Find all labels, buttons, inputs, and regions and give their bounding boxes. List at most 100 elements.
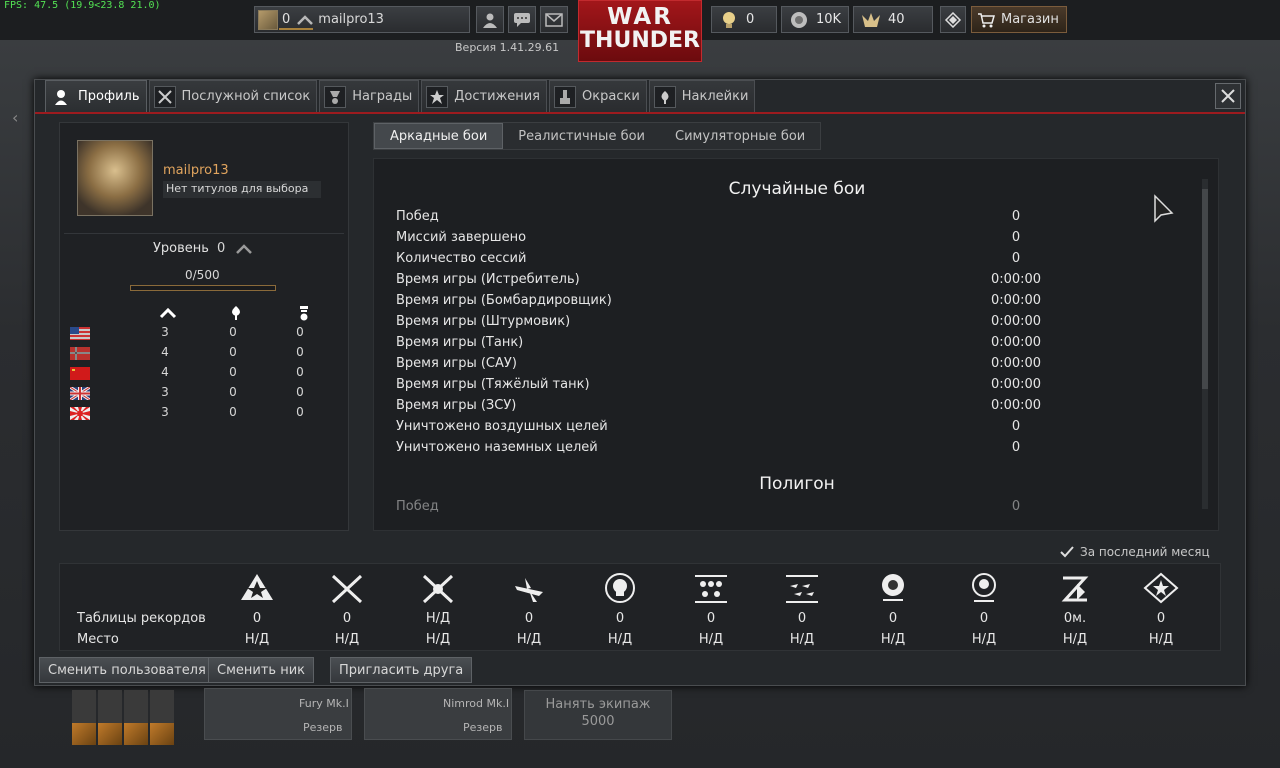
pilot-icon: [50, 86, 72, 108]
tab-paints[interactable]: Окраски: [549, 80, 647, 112]
header-divider: [35, 112, 1245, 114]
leaderboard-column[interactable]: 0 Н/Д: [681, 564, 741, 652]
vehicle-slot[interactable]: Nimrod Mk.I Резерв: [364, 688, 512, 740]
country-value: 0: [229, 385, 237, 399]
divider: [64, 233, 344, 234]
crew-slot[interactable]: [72, 690, 96, 745]
vehicle-slot[interactable]: Fury Mk.I Резерв: [204, 688, 352, 740]
stat-label: Время игры (Истребитель): [396, 272, 580, 287]
silver-value: 10K: [816, 12, 842, 27]
leaderboard-column[interactable]: 0 Н/Д: [499, 564, 559, 652]
leaderboard-column[interactable]: 0м. Н/Д: [1045, 564, 1105, 652]
scrollbar-thumb[interactable]: [1202, 189, 1208, 389]
country-value: 4: [161, 345, 169, 359]
tab-achievements[interactable]: Достижения: [421, 80, 548, 112]
stat-value: 0: [1011, 251, 1021, 266]
user-info[interactable]: 0 mailpro13: [254, 6, 470, 33]
golden-eagles[interactable]: 40: [853, 6, 933, 33]
rank-chevron-icon: [159, 307, 177, 319]
stat-label: Миссий завершено: [396, 230, 527, 245]
leaderboard-column[interactable]: 0 Н/Д: [1131, 564, 1191, 652]
stat-row: Время игры (ЗСУ) 0:00:00: [396, 398, 1041, 419]
tab-arcade[interactable]: Аркадные бои: [374, 123, 504, 149]
tab-awards[interactable]: Награды: [319, 80, 420, 112]
profile-button[interactable]: [476, 6, 504, 33]
stat-row: Уничтожено наземных целей 0: [396, 440, 1036, 461]
shield-star-icon: [1143, 572, 1179, 604]
crew-slot[interactable]: [124, 690, 148, 745]
country-value: 0: [229, 345, 237, 359]
close-button[interactable]: [1215, 83, 1241, 109]
stat-row: Уничтожено воздушных целей 0: [396, 419, 1036, 440]
level-value: 0: [217, 241, 226, 256]
experience-bar: [130, 285, 276, 291]
rank-chevron-icon: [236, 244, 252, 254]
invite-friend-button[interactable]: Пригласить друга: [330, 657, 473, 683]
shop-button[interactable]: Магазин: [971, 6, 1067, 33]
leaderboard-row-label: Таблицы рекордов: [77, 611, 206, 626]
stat-label: Время игры (Танк): [396, 335, 524, 350]
leaderboard-column[interactable]: Н/Д Н/Д: [408, 564, 468, 652]
tab-service-record[interactable]: Послужной список: [148, 80, 318, 112]
pilot-portrait[interactable]: [77, 140, 153, 216]
stat-value: 0:00:00: [990, 314, 1042, 329]
scrollbar[interactable]: [1202, 179, 1208, 509]
crew-slot[interactable]: [150, 690, 174, 745]
tab-bar: Профиль Послужной список Награды Достиже…: [45, 80, 757, 112]
leaderboard-place: Н/Д: [425, 632, 451, 647]
leaderboard-column[interactable]: 0 Н/Д: [772, 564, 832, 652]
collapse-arrow-icon[interactable]: ‹: [12, 108, 18, 127]
leaderboard-place: Н/Д: [789, 632, 815, 647]
section-title: Полигон: [759, 474, 835, 494]
silver-lions[interactable]: 10K: [781, 6, 849, 33]
tab-label: Награды: [352, 89, 413, 104]
country-value: 3: [161, 405, 169, 419]
hire-crew-slot[interactable]: Нанять экипаж 5000: [524, 690, 672, 740]
leaderboard-value: 0: [706, 611, 716, 626]
decals-icon: [653, 85, 676, 108]
leaderboard-value: 0: [797, 611, 807, 626]
premium-button[interactable]: [940, 6, 966, 33]
germany-flag: [70, 347, 90, 360]
plane-kills-icon: [515, 578, 543, 602]
leaderboard-column[interactable]: 0 Н/Д: [863, 564, 923, 652]
ussr-flag: [70, 367, 90, 380]
country-row: 3 0 0: [70, 405, 330, 423]
tab-profile[interactable]: Профиль: [45, 80, 147, 112]
leaderboard-column[interactable]: 0 Н/Д: [954, 564, 1014, 652]
change-user-button[interactable]: Сменить пользователя: [39, 657, 215, 683]
profile-title[interactable]: Нет титулов для выбора: [163, 181, 321, 198]
hire-label: Нанять экипаж: [545, 697, 651, 712]
stat-label: Уничтожено наземных целей: [396, 440, 598, 455]
stat-value: 0:00:00: [990, 377, 1042, 392]
stat-value: 0:00:00: [990, 356, 1042, 371]
research-points[interactable]: 0: [711, 6, 777, 33]
stat-value: 0:00:00: [990, 335, 1042, 350]
stat-label: Уничтожено воздушных целей: [396, 419, 608, 434]
crew-slot[interactable]: [98, 690, 122, 745]
leaderboard-column[interactable]: 0 Н/Д: [317, 564, 377, 652]
leaderboard-column[interactable]: 0 Н/Д: [590, 564, 650, 652]
tab-realistic[interactable]: Реалистичные бои: [503, 123, 660, 149]
person-icon: [483, 13, 497, 28]
tab-decals[interactable]: Наклейки: [648, 80, 756, 112]
country-value: 3: [161, 385, 169, 399]
level-label: Уровень: [153, 241, 209, 256]
leaderboard-value: 0: [1156, 611, 1166, 626]
logo-line-1: WAR: [607, 4, 673, 30]
vehicle-name: Fury Mk.I: [299, 697, 349, 710]
mail-button[interactable]: [540, 6, 568, 33]
avatar: [258, 9, 278, 30]
service-record-icon: [153, 85, 176, 108]
lion-icon: [882, 574, 904, 601]
chat-button[interactable]: [508, 6, 536, 33]
leaderboard-value: Н/Д: [425, 611, 451, 626]
change-nick-button[interactable]: Сменить ник: [208, 657, 314, 683]
leaderboard-column[interactable]: 0 Н/Д: [227, 564, 287, 652]
stat-row: Время игры (Танк) 0:00:00: [396, 335, 1041, 356]
stat-row: Побед 0: [396, 499, 1036, 520]
tab-simulator[interactable]: Симуляторные бои: [660, 123, 820, 149]
stat-value: 0:00:00: [990, 398, 1042, 413]
last-month-toggle[interactable]: За последний месяц: [1060, 545, 1210, 559]
leaderboard-place: Н/Д: [516, 632, 542, 647]
